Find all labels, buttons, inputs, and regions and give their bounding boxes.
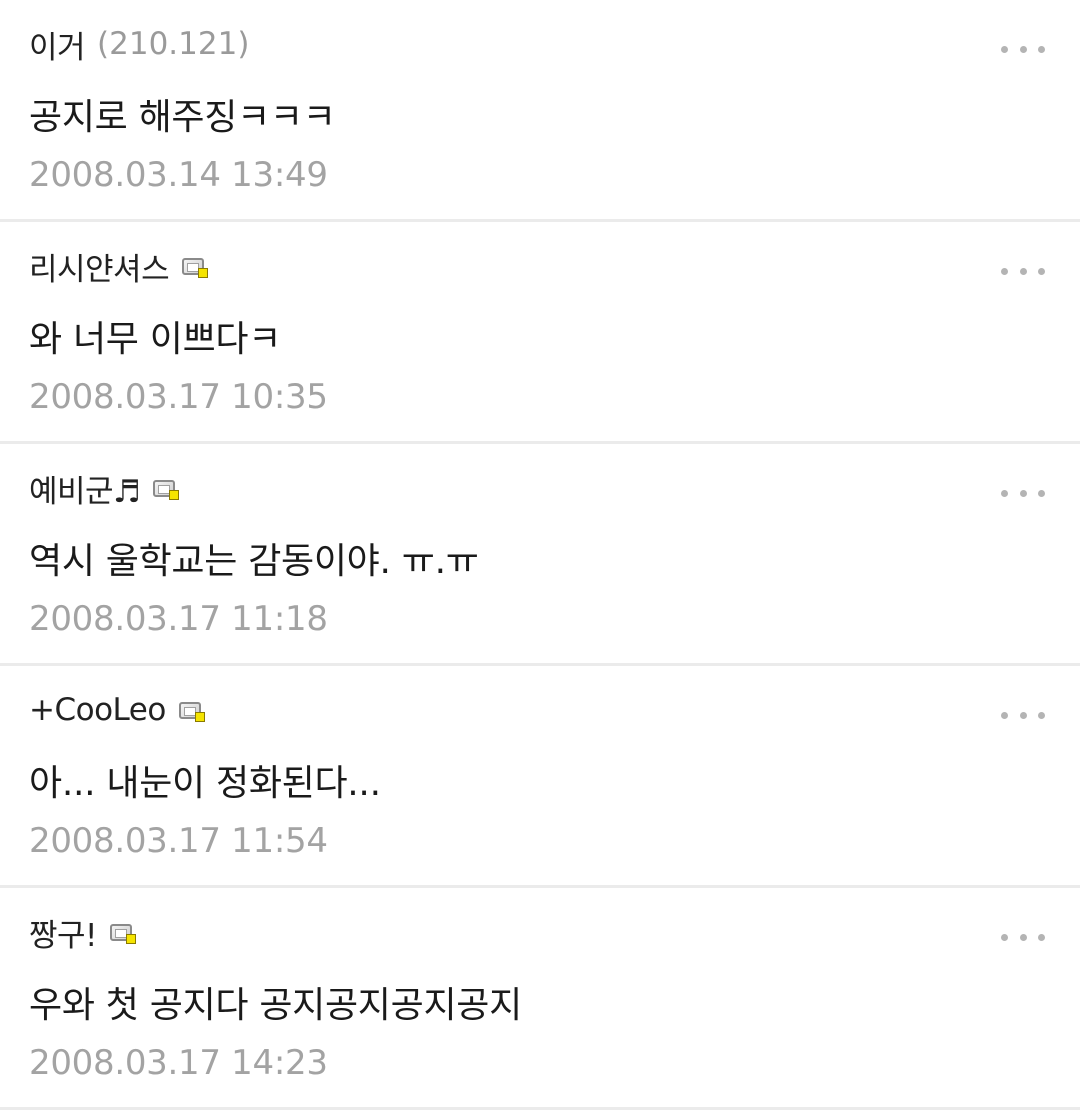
more-options-button[interactable] (1001, 928, 1045, 946)
more-options-button[interactable] (1001, 262, 1045, 280)
comment-item: 예비군♬ 역시 울학교는 감동이야. ㅠ.ㅠ 2008.03.17 11:18 (0, 444, 1080, 666)
mobile-badge-icon (182, 258, 209, 278)
comment-timestamp: 2008.03.17 14:23 (29, 1043, 328, 1083)
comment-author-row: 이거 (210.121) (29, 22, 249, 66)
more-dots-icon (1001, 489, 1008, 497)
comment-list: 이거 (210.121) 공지로 해주징ㅋㅋㅋ 2008.03.14 13:49… (0, 0, 1080, 1110)
more-options-button[interactable] (1001, 484, 1045, 502)
comment-author[interactable]: +CooLeo (29, 692, 166, 728)
comment-text: 와 너무 이쁘다ㅋ (29, 319, 282, 360)
comment-timestamp: 2008.03.17 11:54 (29, 821, 328, 861)
more-dots-icon (1038, 267, 1045, 275)
comment-author[interactable]: 짱구! (29, 910, 97, 955)
more-dots-icon (1038, 45, 1045, 53)
more-dots-icon (1038, 711, 1045, 719)
comment-author-row: 예비군♬ (29, 466, 180, 511)
more-dots-icon (1001, 45, 1008, 53)
comment-author[interactable]: 예비군♬ (29, 466, 141, 511)
comment-text: 역시 울학교는 감동이야. ㅠ.ㅠ (29, 541, 479, 582)
more-dots-icon (1019, 489, 1027, 497)
more-dots-icon (1001, 711, 1008, 719)
comment-author-row: +CooLeo (29, 688, 205, 732)
more-dots-icon (1038, 933, 1045, 941)
more-dots-icon (1038, 489, 1045, 497)
comment-author[interactable]: 이거 (29, 22, 86, 67)
comment-author-row: 짱구! (29, 910, 136, 954)
comment-text: 우와 첫 공지다 공지공지공지공지 (29, 985, 522, 1026)
comment-text: 공지로 해주징ㅋㅋㅋ (29, 97, 336, 138)
comment-text: 아... 내눈이 정화된다... (29, 763, 381, 804)
comment-item: +CooLeo 아... 내눈이 정화된다... 2008.03.17 11:5… (0, 666, 1080, 888)
comment-author[interactable]: 리시얀셔스 (29, 244, 170, 289)
more-options-button[interactable] (1001, 40, 1045, 58)
mobile-badge-icon (153, 480, 180, 500)
more-options-button[interactable] (1001, 706, 1045, 724)
more-dots-icon (1019, 711, 1027, 719)
comment-timestamp: 2008.03.17 11:18 (29, 599, 328, 639)
comment-item: 짱구! 우와 첫 공지다 공지공지공지공지 2008.03.17 14:23 (0, 888, 1080, 1110)
comment-item: 이거 (210.121) 공지로 해주징ㅋㅋㅋ 2008.03.14 13:49 (0, 0, 1080, 222)
more-dots-icon (1019, 45, 1027, 53)
comment-author-ip: (210.121) (97, 26, 250, 62)
more-dots-icon (1019, 933, 1027, 941)
comment-timestamp: 2008.03.14 13:49 (29, 155, 328, 195)
mobile-badge-icon (109, 924, 136, 944)
more-dots-icon (1019, 267, 1027, 275)
more-dots-icon (1001, 267, 1008, 275)
more-dots-icon (1001, 933, 1008, 941)
comment-timestamp: 2008.03.17 10:35 (29, 377, 328, 417)
comment-author-row: 리시얀셔스 (29, 244, 209, 289)
mobile-badge-icon (178, 702, 205, 722)
comment-item: 리시얀셔스 와 너무 이쁘다ㅋ 2008.03.17 10:35 (0, 222, 1080, 444)
